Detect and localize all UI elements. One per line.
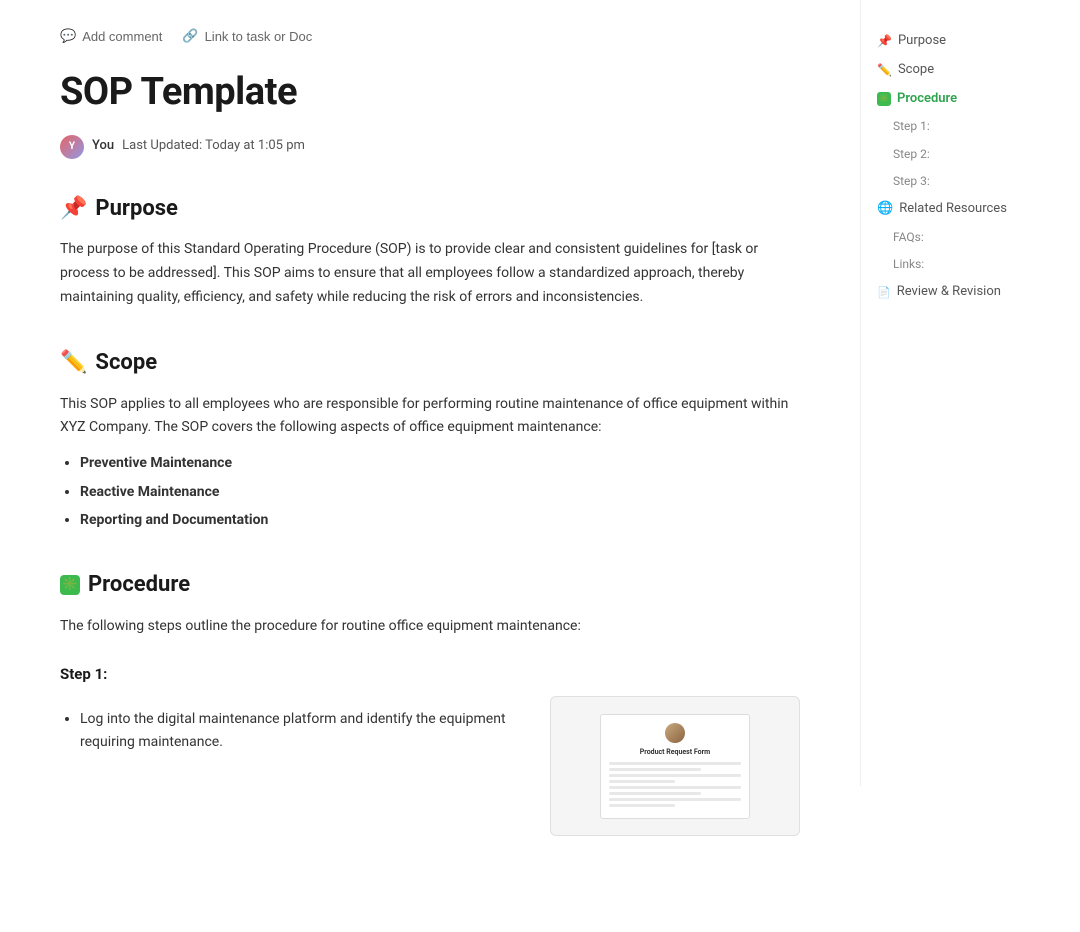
sidebar-procedure-label: Procedure xyxy=(897,89,957,110)
sidebar-related-icon: 🌐 xyxy=(877,199,893,220)
sidebar-purpose-label: Purpose xyxy=(898,31,946,52)
step1-container: Step 1: Log into the digital maintenance… xyxy=(60,662,800,836)
sidebar-item-related[interactable]: 🌐 Related Resources xyxy=(869,196,1044,223)
purpose-icon: 📌 xyxy=(60,191,87,226)
doc-preview-title: Product Request Form xyxy=(609,747,741,758)
sidebar-item-review[interactable]: 📄 Review & Revision xyxy=(869,279,1044,306)
sidebar-scope-icon: ✏️ xyxy=(877,61,892,80)
doc-preview-line-3 xyxy=(609,774,741,777)
doc-preview-line-7 xyxy=(609,798,741,801)
sidebar-item-step2[interactable]: Step 2: xyxy=(869,142,1044,167)
link-icon: 🔗 xyxy=(182,28,198,44)
sidebar-review-label: Review & Revision xyxy=(897,282,1001,303)
scope-heading-text: Scope xyxy=(95,345,157,380)
sidebar-step3-label: Step 3: xyxy=(893,172,930,191)
scope-section: ✏️ Scope This SOP applies to all employe… xyxy=(60,345,800,531)
doc-preview-line-4 xyxy=(609,780,675,783)
sidebar-step1-label: Step 1: xyxy=(893,117,930,136)
link-task-label: Link to task or Doc xyxy=(205,29,313,44)
sidebar-item-purpose[interactable]: 📌 Purpose xyxy=(869,28,1044,55)
purpose-heading-text: Purpose xyxy=(95,191,178,226)
sidebar-step2-label: Step 2: xyxy=(893,145,930,164)
doc-preview-face xyxy=(665,723,685,743)
bullet-preventive-text: Preventive Maintenance xyxy=(80,455,232,471)
author-name: You xyxy=(92,136,114,157)
doc-preview: Product Request Form xyxy=(550,696,800,836)
sidebar-purpose-icon: 📌 xyxy=(877,32,892,51)
doc-preview-line-1 xyxy=(609,762,741,765)
avatar-initial: Y xyxy=(69,139,75,155)
bullet-reactive-text: Reactive Maintenance xyxy=(80,484,219,500)
bullet-reporting-text: Reporting and Documentation xyxy=(80,512,268,528)
main-content: 💬 Add comment 🔗 Link to task or Doc SOP … xyxy=(0,0,860,932)
page-wrapper: 💬 Add comment 🔗 Link to task or Doc SOP … xyxy=(0,0,1080,932)
sidebar-scope-label: Scope xyxy=(898,60,934,81)
sidebar: 📌 Purpose ✏️ Scope ✳️ Procedure Step 1: … xyxy=(860,0,1060,786)
last-updated: Last Updated: Today at 1:05 pm xyxy=(122,136,305,157)
purpose-section: 📌 Purpose The purpose of this Standard O… xyxy=(60,191,800,310)
top-actions: 💬 Add comment 🔗 Link to task or Doc xyxy=(60,20,800,44)
procedure-heading-text: Procedure xyxy=(88,567,190,602)
step1-bullet-list: Log into the digital maintenance platfor… xyxy=(80,708,526,753)
scope-heading: ✏️ Scope xyxy=(60,345,800,380)
add-comment-label: Add comment xyxy=(82,29,162,44)
doc-preview-line-6 xyxy=(609,792,701,795)
sidebar-item-scope[interactable]: ✏️ Scope xyxy=(869,57,1044,84)
sidebar-procedure-icon: ✳️ xyxy=(877,92,891,106)
sidebar-item-step3[interactable]: Step 3: xyxy=(869,169,1044,194)
sidebar-faqs-label: FAQs: xyxy=(893,228,924,247)
bullet-preventive: Preventive Maintenance xyxy=(80,452,800,474)
sidebar-review-icon: 📄 xyxy=(877,284,891,302)
avatar: Y xyxy=(60,135,84,159)
doc-preview-line-2 xyxy=(609,768,701,771)
step1-heading: Step 1: xyxy=(60,662,800,686)
step1-bullet-text: Log into the digital maintenance platfor… xyxy=(80,711,506,749)
sidebar-item-step1[interactable]: Step 1: xyxy=(869,114,1044,139)
doc-preview-line-5 xyxy=(609,786,741,789)
sidebar-item-links[interactable]: Links: xyxy=(869,252,1044,277)
procedure-intro: The following steps outline the procedur… xyxy=(60,615,800,639)
bullet-reactive: Reactive Maintenance xyxy=(80,481,800,503)
step1-bullet: Log into the digital maintenance platfor… xyxy=(80,708,526,753)
step1-image-col: Product Request Form xyxy=(550,696,800,836)
scope-bullet-list: Preventive Maintenance Reactive Maintena… xyxy=(80,452,800,531)
step1-content: Log into the digital maintenance platfor… xyxy=(60,696,800,836)
purpose-text: The purpose of this Standard Operating P… xyxy=(60,238,800,309)
sidebar-item-procedure[interactable]: ✳️ Procedure xyxy=(869,86,1044,113)
scope-icon: ✏️ xyxy=(60,345,87,380)
sidebar-item-faqs[interactable]: FAQs: xyxy=(869,225,1044,250)
doc-meta: Y You Last Updated: Today at 1:05 pm xyxy=(60,135,800,159)
doc-preview-line-8 xyxy=(609,804,675,807)
scope-text: This SOP applies to all employees who ar… xyxy=(60,393,800,441)
bullet-reporting: Reporting and Documentation xyxy=(80,509,800,531)
link-task-button[interactable]: 🔗 Link to task or Doc xyxy=(182,28,312,44)
procedure-heading: ✳️ Procedure xyxy=(60,567,800,602)
sidebar-related-label: Related Resources xyxy=(899,199,1007,220)
procedure-section: ✳️ Procedure The following steps outline… xyxy=(60,567,800,836)
procedure-icon: ✳️ xyxy=(60,575,80,595)
purpose-heading: 📌 Purpose xyxy=(60,191,800,226)
doc-preview-inner: Product Request Form xyxy=(600,714,750,819)
sidebar-links-label: Links: xyxy=(893,255,924,274)
doc-title: SOP Template xyxy=(60,62,800,123)
step1-text-col: Log into the digital maintenance platfor… xyxy=(60,696,526,759)
comment-icon: 💬 xyxy=(60,28,76,44)
add-comment-button[interactable]: 💬 Add comment xyxy=(60,28,162,44)
